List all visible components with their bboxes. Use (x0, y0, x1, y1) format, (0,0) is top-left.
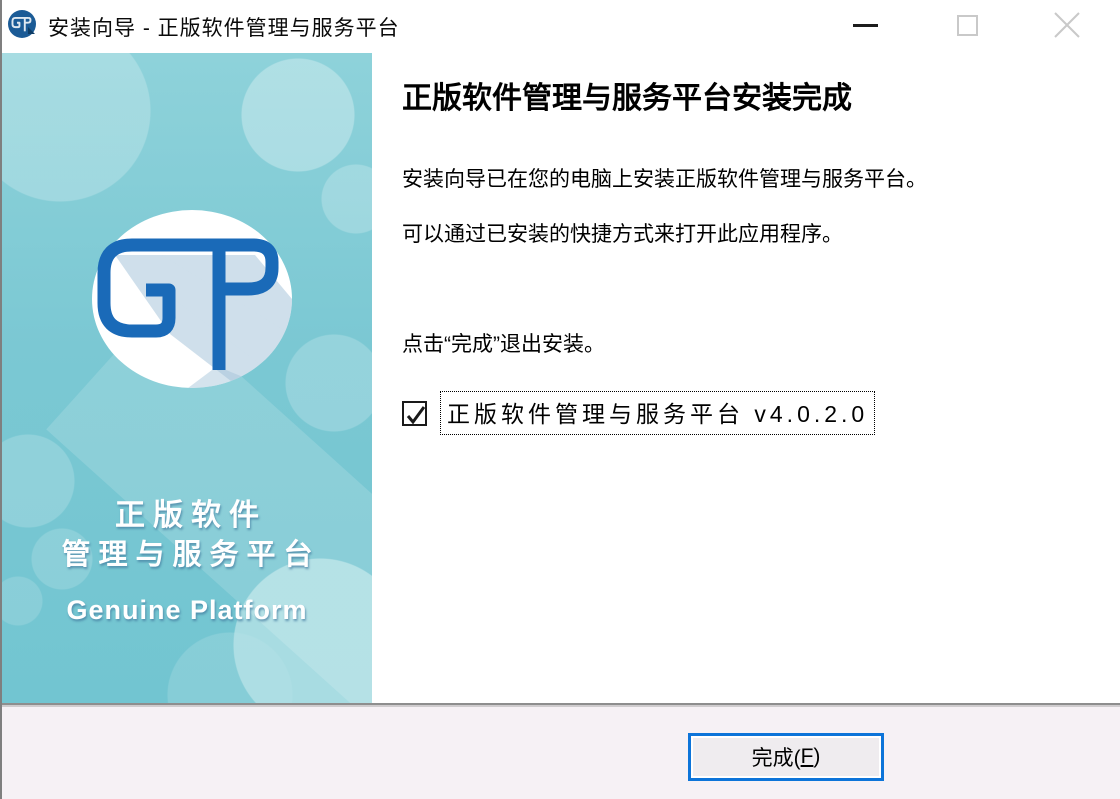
title-bar: 安装向导 - 正版软件管理与服务平台 (2, 0, 1120, 53)
gp-logo (92, 210, 292, 388)
maximize-icon (957, 15, 978, 36)
exit-hint-text: 点击“完成”退出安装。 (402, 328, 605, 358)
close-icon (1054, 12, 1080, 38)
launch-app-row[interactable]: 正版软件管理与服务平台 v4.0.2.0 (402, 391, 875, 435)
finish-button-label-suffix: ) (813, 745, 820, 769)
finish-button-label: 完成( (752, 742, 801, 772)
minimize-button[interactable] (830, 0, 900, 50)
body-text-line2: 可以通过已安装的快捷方式来打开此应用程序。 (402, 218, 843, 248)
sidebar-title-line1: 正版软件 (2, 490, 372, 534)
installer-window: { "window": { "title": "安装向导 - 正版软件管理与服务… (0, 0, 1120, 799)
close-button[interactable] (1032, 0, 1102, 50)
maximize-button[interactable] (932, 0, 1002, 50)
sidebar-banner: 正版软件 管理与服务平台 Genuine Platform (2, 53, 372, 703)
page-title: 正版软件管理与服务平台安装完成 (402, 73, 852, 117)
footer-bar: 完成(F) (2, 707, 1120, 799)
minimize-icon (853, 24, 878, 27)
finish-button[interactable]: 完成(F) (688, 733, 884, 781)
main-panel: 正版软件管理与服务平台安装完成 安装向导已在您的电脑上安装正版软件管理与服务平台… (374, 53, 1120, 703)
launch-checkbox[interactable] (402, 401, 427, 426)
launch-checkbox-label[interactable]: 正版软件管理与服务平台 v4.0.2.0 (440, 391, 875, 435)
app-logo-icon (7, 9, 37, 39)
sidebar-title-line2: 管理与服务平台 (2, 531, 372, 573)
body-text-line1: 安装向导已在您的电脑上安装正版软件管理与服务平台。 (402, 163, 927, 193)
window-title: 安装向导 - 正版软件管理与服务平台 (48, 0, 400, 53)
sidebar-subtitle-en: Genuine Platform (2, 595, 372, 626)
finish-button-mnemonic: F (801, 745, 814, 769)
checkmark-icon (405, 404, 426, 425)
